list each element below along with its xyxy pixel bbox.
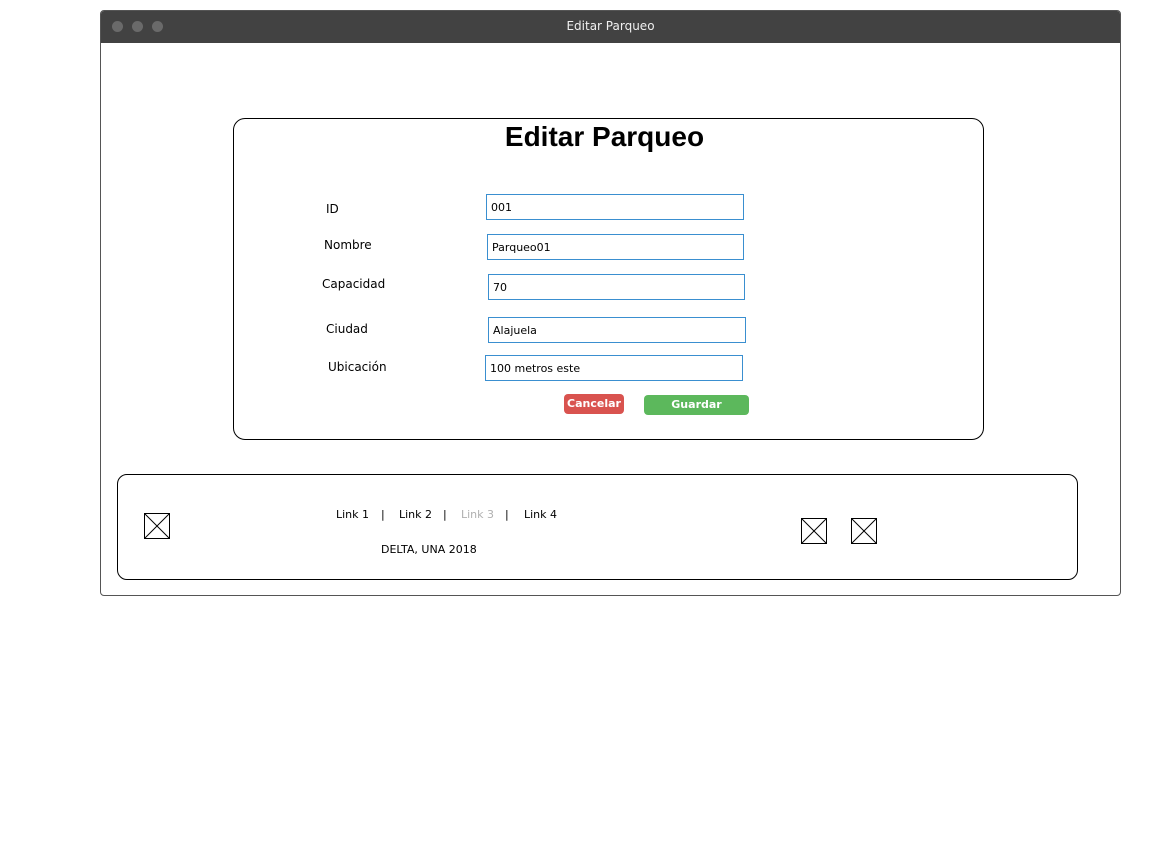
link-separator: | [443, 508, 447, 521]
ciudad-field[interactable] [488, 317, 746, 343]
nombre-field[interactable] [487, 234, 744, 260]
logo-placeholder-icon [144, 513, 170, 539]
app-window: Editar Parqueo Editar Parqueo ID Nombre … [100, 10, 1121, 596]
edit-form-panel: Editar Parqueo ID Nombre Capacidad Ciuda… [233, 118, 984, 440]
ubicacion-label: Ubicación [328, 360, 387, 374]
ciudad-label: Ciudad [326, 322, 368, 336]
window-title: Editar Parqueo [566, 19, 655, 33]
capacidad-field[interactable] [488, 274, 745, 300]
page-title: Editar Parqueo [504, 121, 705, 152]
ubicacion-field[interactable] [485, 355, 743, 381]
capacidad-label: Capacidad [322, 277, 386, 291]
id-label: ID [326, 202, 339, 216]
footer-link-2[interactable]: Link 2 [399, 508, 432, 521]
social-image-placeholder-icon[interactable] [851, 518, 877, 544]
footer-link-4[interactable]: Link 4 [524, 508, 557, 521]
cancel-button[interactable]: Cancelar [564, 394, 624, 414]
footer-link-1[interactable]: Link 1 [336, 508, 369, 521]
title-bar[interactable]: Editar Parqueo [101, 11, 1120, 43]
footer-link-3: Link 3 [461, 508, 495, 521]
copyright-text: DELTA, UNA 2018 [381, 543, 477, 556]
link-separator: | [505, 508, 509, 521]
footer: Link 1 | Link 2 | Link 3 | Link 4 DELTA,… [117, 474, 1078, 580]
social-image-placeholder-icon[interactable] [801, 518, 827, 544]
link-separator: | [381, 508, 385, 521]
id-field[interactable] [486, 194, 744, 220]
nombre-label: Nombre [324, 238, 372, 252]
save-changes-button[interactable]: Guardar Cambios [644, 395, 749, 431]
